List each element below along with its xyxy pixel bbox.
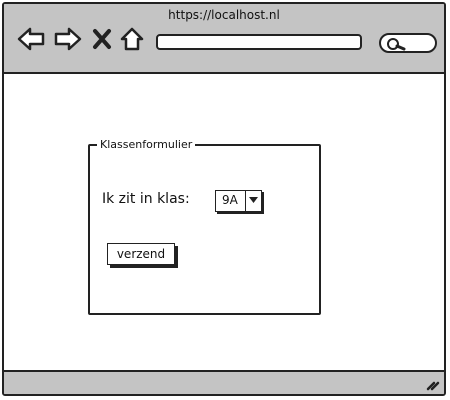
class-select[interactable]: 9A [215, 190, 262, 212]
chevron-down-icon [249, 197, 258, 203]
class-label: Ik zit in klas: [102, 191, 190, 207]
back-arrow-icon[interactable] [16, 26, 46, 52]
resize-grip-icon[interactable] [426, 377, 440, 391]
search-box[interactable] [379, 33, 437, 53]
form-legend: Klassenformulier [100, 138, 193, 151]
page-url: https://localhost.nl [168, 8, 280, 22]
dropdown-toggle[interactable] [245, 191, 261, 211]
search-icon [387, 38, 406, 51]
home-icon[interactable] [119, 26, 145, 52]
forward-arrow-icon[interactable] [53, 26, 83, 52]
close-icon[interactable] [92, 28, 112, 50]
browser-window: https://localhost.nl Klassenformulier Ik… [2, 2, 446, 396]
class-select-value: 9A [222, 193, 238, 207]
browser-toolbar: https://localhost.nl [4, 4, 444, 74]
class-form: Klassenformulier Ik zit in klas: 9A verz… [88, 138, 321, 315]
status-bar [4, 370, 444, 394]
submit-button[interactable]: verzend [107, 243, 175, 265]
address-bar[interactable] [156, 34, 362, 50]
